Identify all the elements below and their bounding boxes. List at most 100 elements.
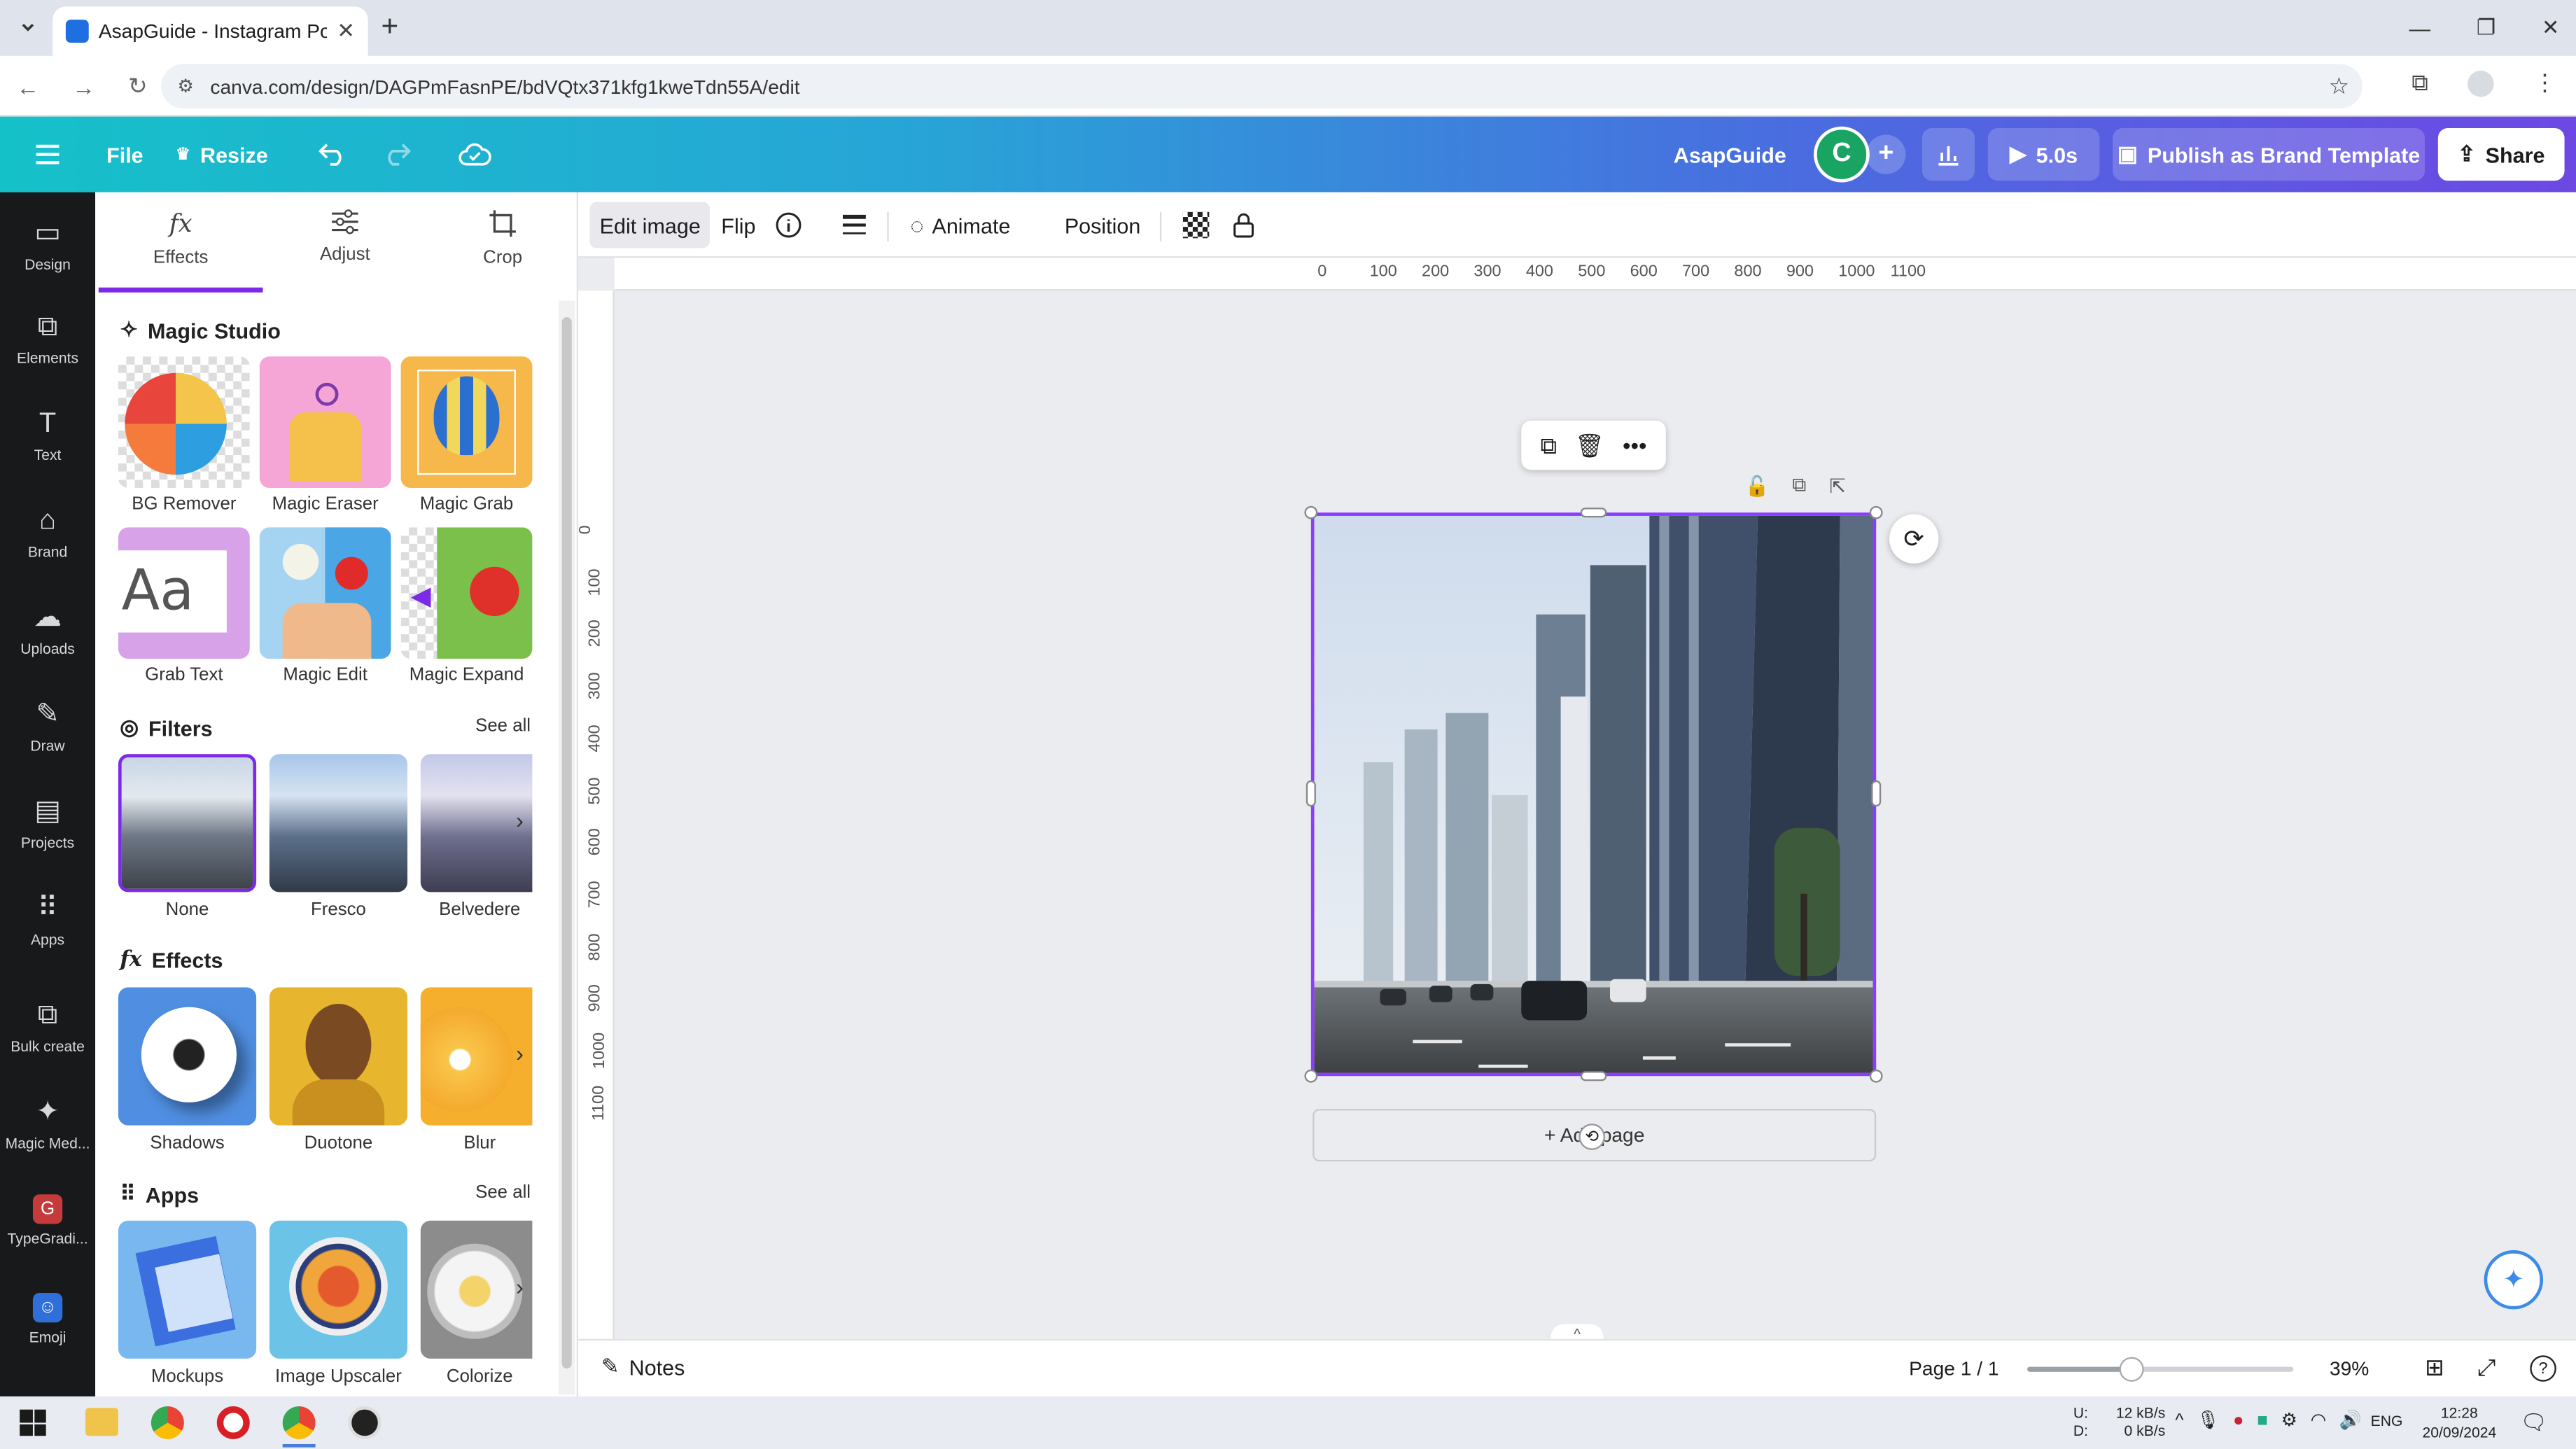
tray-chevron-icon[interactable]: ^ — [2175, 1410, 2183, 1430]
tray-app-icon[interactable]: ■ — [2257, 1410, 2268, 1430]
window-close-icon[interactable]: ✕ — [2542, 15, 2560, 41]
clock[interactable]: 12:28 20/09/2024 — [2415, 1403, 2504, 1442]
resize-handle-bottom[interactable] — [1580, 1071, 1607, 1082]
transparency-icon[interactable] — [1173, 202, 1219, 248]
page-lock-icon[interactable]: 🔓 — [1744, 474, 1769, 497]
tab-crop[interactable]: Crop — [437, 209, 568, 290]
grid-view-icon[interactable]: ⊞ — [2425, 1354, 2444, 1382]
lock-icon[interactable] — [1222, 202, 1265, 248]
cloud-sync-icon[interactable] — [454, 128, 496, 181]
page-duplicate-icon[interactable]: ⧉ — [1792, 473, 1806, 498]
apps-next-chevron-icon[interactable]: › — [516, 1273, 524, 1300]
animate-button[interactable]: ◌ Animate — [900, 202, 1020, 248]
fullscreen-icon[interactable]: ⤢ — [2477, 1354, 2496, 1382]
redo-icon[interactable] — [374, 128, 417, 181]
brand-name[interactable]: AsapGuide — [1666, 128, 1794, 181]
chrome-icon[interactable] — [150, 1406, 184, 1439]
back-icon[interactable]: ← — [16, 73, 39, 99]
more-options-icon[interactable]: ••• — [1623, 432, 1647, 458]
rail-item-typegradi[interactable]: G TypeGradi... — [0, 1175, 95, 1266]
profile-icon[interactable] — [2468, 69, 2494, 97]
restore-icon[interactable]: ❐ — [2477, 15, 2496, 41]
zoom-percent[interactable]: 39% — [2330, 1357, 2369, 1380]
apps-see-all-link[interactable]: See all — [475, 1183, 531, 1203]
language-indicator[interactable]: ENG — [2371, 1413, 2403, 1429]
info-icon[interactable] — [766, 202, 812, 248]
site-info-icon[interactable]: ⚙ — [177, 76, 193, 97]
recording-tray-icon[interactable]: ● — [2233, 1410, 2244, 1430]
zoom-slider[interactable] — [2027, 1357, 2294, 1382]
file-menu-button[interactable]: File — [95, 128, 154, 181]
new-tab-icon[interactable]: + — [381, 10, 398, 44]
main-menu-icon[interactable] — [23, 128, 72, 181]
rail-item-text[interactable]: T Text — [0, 389, 95, 481]
resize-handle-left[interactable] — [1306, 780, 1316, 807]
flip-button[interactable]: Flip — [711, 202, 765, 248]
duplicate-icon[interactable]: ⧉ — [1540, 431, 1556, 459]
rail-item-design[interactable]: ▭ Design — [0, 199, 95, 290]
effect-shadows-tile[interactable] — [118, 987, 257, 1126]
magic-eraser-tile[interactable] — [259, 356, 391, 489]
bookmark-star-icon[interactable]: ☆ — [2329, 72, 2349, 100]
magic-assistant-icon[interactable]: ✦ — [2484, 1250, 2544, 1310]
rail-item-uploads[interactable]: ☁ Uploads — [0, 583, 95, 675]
rail-item-brand[interactable]: ⌂ Brand — [0, 486, 95, 578]
filters-see-all-link[interactable]: See all — [475, 716, 531, 736]
microphone-icon[interactable]: 🎙 — [2197, 1410, 2220, 1431]
delete-trash-icon[interactable]: 🗑 — [1575, 431, 1604, 459]
volume-icon[interactable]: 🔊 — [2339, 1410, 2362, 1431]
edit-image-button[interactable]: Edit image — [589, 202, 710, 248]
tab-close-icon[interactable]: ✕ — [337, 18, 355, 45]
settings-tray-icon[interactable]: ⚙ — [2281, 1410, 2297, 1431]
border-style-icon[interactable] — [832, 202, 878, 248]
extensions-icon[interactable]: ⧉ — [2412, 69, 2428, 97]
notes-button[interactable]: ✎ Notes — [601, 1354, 685, 1380]
publish-brand-template-button[interactable]: ▣ Publish as Brand Template — [2113, 128, 2426, 181]
magic-grab-tile[interactable] — [400, 356, 533, 489]
app-image-upscaler-tile[interactable] — [269, 1220, 408, 1359]
rail-item-bulk-create[interactable]: ⧉ Bulk create — [0, 981, 95, 1072]
tab-effects[interactable]: fx Effects — [115, 209, 246, 290]
notifications-icon[interactable]: 🗨 — [2520, 1410, 2547, 1436]
bg-remover-tile[interactable] — [118, 356, 250, 489]
resize-button[interactable]: ♛ Resize — [167, 128, 276, 181]
canvas-image[interactable] — [1310, 512, 1877, 1077]
zoom-slider-thumb[interactable] — [2119, 1357, 2144, 1382]
resize-handle-bottom-right[interactable] — [1869, 1069, 1883, 1083]
effect-duotone-tile[interactable] — [269, 987, 408, 1126]
present-button[interactable]: ▶ 5.0s — [1987, 128, 2100, 181]
tab-list-chevron-icon[interactable] — [13, 13, 43, 43]
resize-handle-bottom-left[interactable] — [1304, 1069, 1318, 1083]
page-add-icon[interactable]: ⇱ — [1829, 474, 1846, 497]
undo-icon[interactable] — [312, 128, 355, 181]
app-mockups-tile[interactable] — [118, 1220, 257, 1359]
reload-icon[interactable]: ↻ — [128, 72, 148, 100]
insights-chart-icon[interactable] — [1921, 128, 1975, 181]
forward-icon[interactable]: → — [72, 73, 95, 99]
rotate-icon[interactable]: ⟳ — [1889, 514, 1939, 564]
magic-edit-tile[interactable] — [259, 527, 391, 659]
filter-none-tile[interactable] — [118, 754, 257, 892]
resize-handle-top-left[interactable] — [1304, 505, 1318, 519]
rail-item-apps[interactable]: ⠿ Apps — [0, 874, 95, 966]
rail-item-projects[interactable]: ▤ Projects — [0, 777, 95, 869]
browser-tab[interactable]: AsapGuide - Instagram Post ✕ — [52, 6, 368, 56]
tab-adjust[interactable]: Adjust — [279, 209, 411, 290]
rail-item-emoji[interactable]: ☺ Emoji — [0, 1273, 95, 1365]
url-field[interactable]: ⚙ canva.com/design/DAGPmFasnPE/bdVQtx371… — [161, 64, 2362, 108]
file-explorer-icon[interactable] — [85, 1408, 118, 1436]
rail-item-draw[interactable]: ✎ Draw — [0, 680, 95, 772]
rail-item-elements[interactable]: ⧉ Elements — [0, 293, 95, 384]
resize-handle-top-right[interactable] — [1869, 505, 1883, 519]
magic-expand-tile[interactable]: ◀ — [400, 527, 533, 659]
obs-icon[interactable] — [348, 1406, 382, 1439]
help-icon[interactable]: ? — [2530, 1355, 2556, 1382]
panel-scrollbar-thumb[interactable] — [561, 316, 572, 1368]
page-indicator[interactable]: Page 1 / 1 — [1909, 1357, 1998, 1380]
rail-item-magic-med[interactable]: ✦ Magic Med... — [0, 1078, 95, 1170]
position-button[interactable]: Position — [1055, 202, 1151, 248]
filter-fresco-tile[interactable] — [269, 754, 408, 892]
resize-handle-right[interactable] — [1871, 780, 1882, 807]
move-handle-icon[interactable]: ⟲ — [1578, 1124, 1605, 1150]
share-button[interactable]: ⇪ Share — [2437, 128, 2565, 181]
